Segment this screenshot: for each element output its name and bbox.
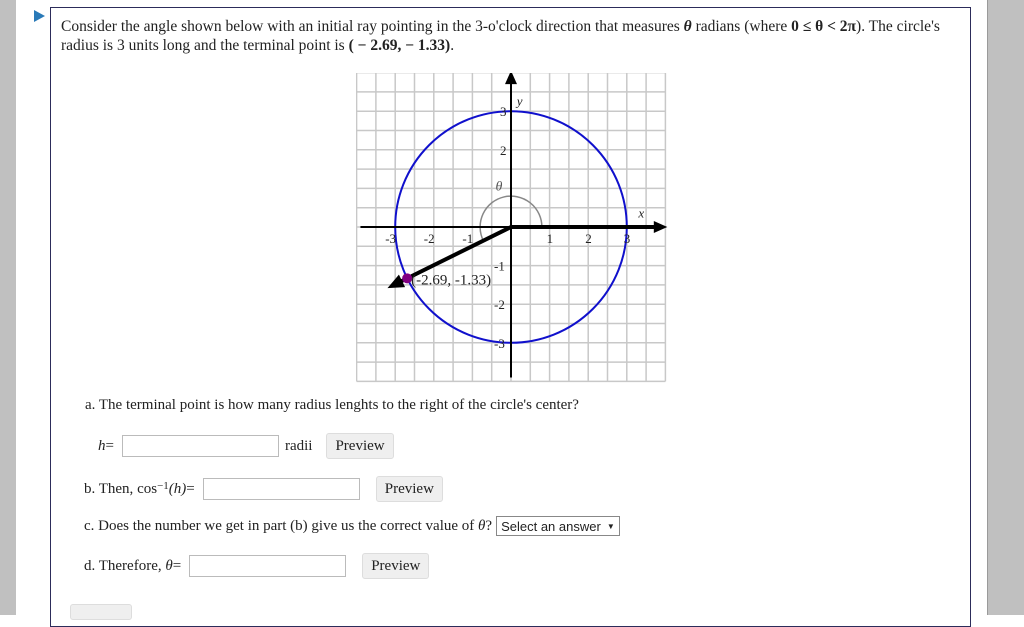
part-d-answer-row: d. Therefore, θ = Preview	[84, 553, 430, 579]
terminal-point-text: ( − 2.69, − 1.33)	[348, 37, 451, 54]
part-c-answer-select[interactable]: Select an answer ▼	[496, 516, 620, 536]
cos-function: cos	[137, 480, 158, 497]
play-icon[interactable]	[34, 10, 45, 22]
y-axis-arrow-icon	[505, 73, 517, 85]
x-tick-label: 1	[547, 231, 554, 246]
x-tick-label: -1	[462, 231, 473, 246]
x-axis-label: x	[637, 205, 644, 220]
theta-symbol: θ	[683, 18, 692, 35]
inverse-superscript: −1	[157, 480, 169, 492]
x-tick-label: -3	[385, 231, 396, 246]
theta-range: 0 ≤ θ < 2π	[791, 18, 857, 35]
theta-symbol: θ	[165, 557, 173, 574]
equals-sign: =	[186, 480, 195, 497]
part-a-preview-button[interactable]: Preview	[326, 433, 394, 459]
select-value: Select an answer	[501, 518, 601, 534]
part-b-preview-button[interactable]: Preview	[375, 476, 443, 502]
part-b-answer-row: b. Then, cos −1 (h) = Preview	[84, 476, 443, 502]
submit-button-partial[interactable]	[70, 604, 132, 620]
part-a-h-input[interactable]	[121, 435, 279, 457]
part-d-preview-button[interactable]: Preview	[362, 553, 430, 579]
y-tick-label: 2	[500, 143, 507, 158]
x-tick-label: 3	[624, 231, 631, 246]
equals-sign: =	[105, 437, 114, 454]
terminal-point-label: (-2.69, -1.33)	[411, 272, 491, 288]
part-a-question-text: a. The terminal point is how many radius…	[85, 397, 579, 413]
x-tick-label: 2	[585, 231, 592, 246]
theta-symbol: θ	[478, 517, 486, 534]
radii-unit-label: radii	[284, 437, 313, 454]
left-gutter	[0, 0, 16, 615]
question-mark: ?	[485, 517, 493, 534]
part-c-question-text: c. Does the number we get in part (b) gi…	[84, 517, 479, 534]
question-prompt: Consider the angle shown below with an i…	[61, 17, 961, 55]
prompt-text: .	[450, 37, 455, 54]
angle-theta-label: θ	[496, 179, 503, 194]
part-a-answer-row: h = radii Preview	[98, 433, 394, 459]
y-tick-label: -1	[494, 259, 505, 274]
h-variable-label: h	[98, 437, 106, 454]
part-c-row: c. Does the number we get in part (b) gi…	[84, 516, 620, 536]
equals-sign: =	[172, 557, 182, 574]
unit-circle-graph: -3 -2 -1 1 2 3 3 2 -1 -2 -3 (-2.69, -1.33) x y θ	[356, 73, 668, 383]
part-d-theta-input[interactable]	[189, 555, 347, 577]
y-axis-label: y	[515, 93, 523, 108]
y-tick-label: -3	[494, 336, 505, 351]
dropdown-caret-icon: ▼	[606, 521, 615, 531]
prompt-text: radians (where	[691, 18, 792, 35]
prompt-text: Consider the angle shown below with an i…	[61, 18, 684, 35]
prompt-text: radius is 3 units long and the terminal …	[61, 37, 349, 54]
y-tick-label: 3	[500, 104, 507, 119]
part-a-question: a. The terminal point is how many radius…	[85, 397, 579, 414]
y-tick-label: -2	[494, 297, 505, 312]
cos-argument: (h)	[168, 480, 187, 497]
part-b-prefix: b. Then,	[84, 480, 138, 497]
prompt-text: ). The circle's	[856, 18, 940, 35]
right-scrollbar-area	[987, 0, 1024, 615]
part-d-prefix: d. Therefore,	[84, 557, 166, 574]
part-b-arccos-input[interactable]	[202, 478, 360, 500]
x-tick-label: -2	[424, 231, 435, 246]
